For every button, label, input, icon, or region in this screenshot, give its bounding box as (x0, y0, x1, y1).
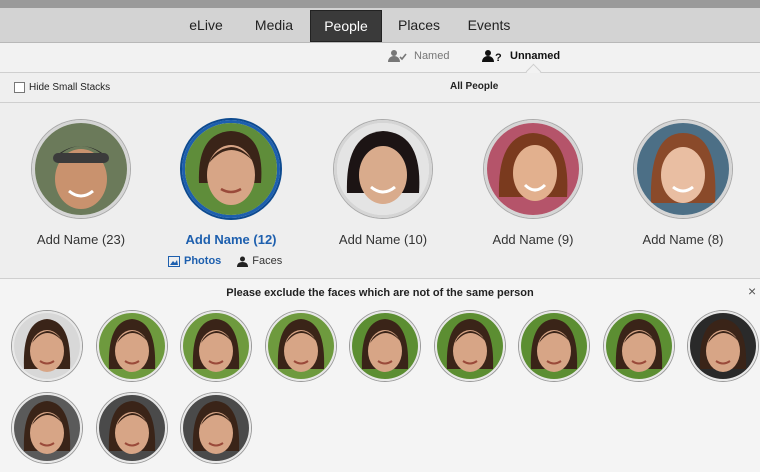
title-bar-strip (0, 0, 760, 8)
person-name[interactable]: Add Name (8) (608, 232, 758, 247)
tab-people[interactable]: People (310, 10, 382, 42)
person-name[interactable]: Add Name (9) (458, 232, 608, 247)
hide-small-stacks-toggle[interactable]: Hide Small Stacks (14, 82, 110, 93)
subtab-unnamed-label: Unnamed (510, 50, 561, 62)
face-thumbnail[interactable] (96, 393, 167, 463)
person-icon (237, 256, 249, 267)
face-thumbnail[interactable] (350, 311, 420, 381)
person-face-thumbnail[interactable] (334, 120, 432, 218)
person-stack[interactable]: Add Name (23) (6, 120, 156, 247)
person-stack[interactable]: Add Name (9) (458, 120, 608, 247)
tab-faces-label: Faces (252, 255, 283, 267)
view-title: All People (450, 81, 499, 92)
face-thumbnail[interactable] (12, 311, 82, 381)
person-stack[interactable]: Add Name (10) (308, 120, 458, 247)
face-thumbnail[interactable] (12, 393, 82, 463)
face-thumbnail[interactable] (603, 311, 674, 381)
face-thumbnail[interactable] (181, 311, 251, 381)
tab-places[interactable]: Places (388, 10, 450, 40)
tab-media[interactable]: Media (244, 10, 304, 40)
person-name[interactable]: Add Name (12) (156, 232, 306, 247)
filter-bar: Hide Small Stacks All People (0, 73, 760, 103)
face-thumbnail[interactable] (519, 311, 589, 381)
face-thumbnail[interactable] (265, 311, 336, 381)
face-thumbnail[interactable] (688, 311, 758, 381)
person-question-icon: ? (482, 50, 502, 63)
tab-photos-label: Photos (184, 255, 222, 267)
tab-elive[interactable]: eLive (178, 10, 234, 40)
top-navigation: eLive Media People Places Events (0, 0, 760, 43)
exclude-instruction: Please exclude the faces which are not o… (226, 287, 534, 299)
subtab-unnamed[interactable]: ? Unnamed (482, 49, 560, 63)
stack-view-tabs: Photos Faces (168, 255, 282, 267)
person-check-icon (388, 50, 407, 62)
people-stacks: Add Name (23) Add Name (12) Add Name (10… (0, 103, 760, 278)
svg-text:?: ? (495, 52, 502, 63)
people-subnav: Named ? Unnamed (0, 43, 760, 73)
person-name[interactable]: Add Name (10) (308, 232, 458, 247)
person-face-thumbnail[interactable] (32, 120, 130, 218)
tab-events[interactable]: Events (458, 10, 520, 40)
person-stack[interactable]: Add Name (8) (608, 120, 758, 247)
close-icon[interactable]: × (748, 283, 756, 299)
photo-icon (168, 255, 180, 267)
person-name[interactable]: Add Name (23) (6, 232, 156, 247)
person-face-thumbnail[interactable] (634, 120, 732, 218)
tab-faces[interactable]: Faces (237, 255, 282, 267)
person-stack-selected[interactable]: Add Name (12) (156, 120, 306, 247)
face-thumbnail[interactable] (181, 393, 251, 463)
subtab-named-label: Named (414, 50, 450, 62)
person-face-thumbnail[interactable] (182, 120, 280, 218)
person-face-thumbnail[interactable] (484, 120, 582, 218)
subtab-named[interactable]: Named (388, 49, 449, 63)
face-thumbnail[interactable] (434, 311, 505, 381)
face-thumbnail[interactable] (96, 311, 167, 381)
tab-photos[interactable]: Photos (168, 255, 221, 267)
hide-small-stacks-checkbox[interactable] (14, 82, 25, 93)
hide-small-stacks-label: Hide Small Stacks (29, 82, 111, 93)
faces-panel: Please exclude the faces which are not o… (0, 278, 760, 472)
